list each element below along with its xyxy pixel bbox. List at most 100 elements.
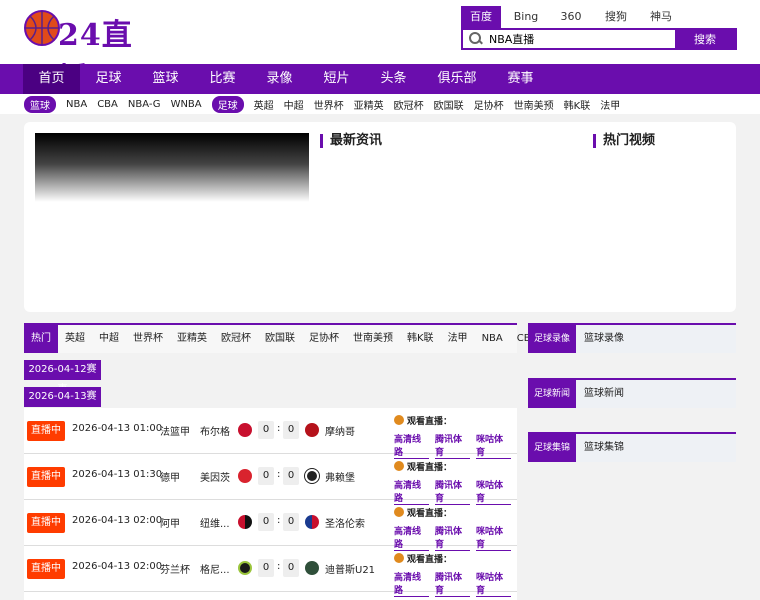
nav-football[interactable]: 足球 <box>80 64 137 94</box>
sub-nav-basketball-pill[interactable]: 篮球 <box>24 95 56 113</box>
sub-nav-item[interactable]: 世南美预 <box>514 97 554 112</box>
stream-link-tencent[interactable]: 腾讯体育 <box>435 570 470 597</box>
nav-home[interactable]: 首页 <box>23 64 80 94</box>
watch-label: 观看直播： <box>394 552 452 565</box>
main-nav: 首页 足球 篮球 比赛 录像 短片 头条 俱乐部 赛事 <box>0 64 760 94</box>
match-time: 2026-04-13 02:00 <box>72 561 163 572</box>
sub-nav-item[interactable]: 中超 <box>284 97 304 112</box>
schedule-tab[interactable]: 欧冠杯 <box>214 325 258 353</box>
stream-link-migu[interactable]: 咪咕体育 <box>476 570 511 597</box>
featured-video[interactable] <box>35 133 309 202</box>
nav-clubs[interactable]: 俱乐部 <box>422 64 492 94</box>
schedule-tab[interactable]: NBA <box>475 325 510 353</box>
side-tab-football-replays[interactable]: 足球录像 <box>528 325 576 353</box>
home-score: 0 <box>258 421 274 439</box>
side-tab-basketball-highlights[interactable]: 篮球集锦 <box>584 434 624 462</box>
sub-nav-item[interactable]: 足协杯 <box>474 97 504 112</box>
live-badge[interactable]: 直播中 <box>27 421 65 441</box>
live-badge[interactable]: 直播中 <box>27 513 65 533</box>
nav-replays[interactable]: 录像 <box>251 64 308 94</box>
site-logo[interactable]: 24直播网 <box>22 8 162 97</box>
away-score: 0 <box>283 513 299 531</box>
sub-nav-item[interactable]: 英超 <box>254 97 274 112</box>
search-tab-360[interactable]: 360 <box>551 6 591 28</box>
featured-block: 最新资讯 热门视频 <box>24 122 736 312</box>
watch-label-text: 观看直播： <box>407 509 453 519</box>
away-score: 0 <box>283 421 299 439</box>
sub-nav-football-pill[interactable]: 足球 <box>211 95 244 113</box>
sub-nav-item[interactable]: 法甲 <box>600 97 620 112</box>
date-label-0413[interactable]: 2026-04-13赛事 <box>24 387 101 422</box>
schedule-panel: 热门 英超 中超 世界杯 亚精英 欧冠杯 欧国联 足协杯 世南美预 韩K联 法甲… <box>24 323 537 600</box>
watch-links: 高清线路 腾讯体育 咪咕体育 <box>394 570 517 597</box>
sub-nav-item[interactable]: NBA <box>66 99 87 110</box>
match-row: 直播中 2026-04-13 02:00 阿甲 纽维... 0 : 0 圣洛伦索… <box>24 500 517 551</box>
live-badge[interactable]: 直播中 <box>27 559 65 579</box>
side-panel-news: 足球新闻 篮球新闻 <box>528 378 736 408</box>
nav-events[interactable]: 赛事 <box>492 64 549 94</box>
away-score: 0 <box>283 559 299 577</box>
header: 24直播网 百度 Bing 360 搜狗 神马 搜索 <box>0 0 760 97</box>
schedule-tab[interactable]: 中超 <box>92 325 126 353</box>
home-team: 美因茨 <box>200 473 230 484</box>
away-team-logo-icon <box>305 469 319 483</box>
sub-nav-item[interactable]: NBA-G <box>128 99 161 110</box>
away-team-logo-icon <box>305 515 319 529</box>
sub-nav-item[interactable]: 亚精英 <box>354 97 384 112</box>
search-button[interactable]: 搜索 <box>675 30 735 48</box>
schedule-tab[interactable]: 足协杯 <box>302 325 346 353</box>
nav-clips[interactable]: 短片 <box>308 64 365 94</box>
schedule-tabs: 热门 英超 中超 世界杯 亚精英 欧冠杯 欧国联 足协杯 世南美预 韩K联 法甲… <box>24 323 537 353</box>
search-tab-baidu[interactable]: 百度 <box>461 6 501 28</box>
away-team: 弗赖堡 <box>325 473 355 484</box>
side-tab-football-news[interactable]: 足球新闻 <box>528 380 576 408</box>
live-badge[interactable]: 直播中 <box>27 467 65 487</box>
home-team: 纽维... <box>200 519 230 530</box>
side-tab-basketball-replays[interactable]: 篮球录像 <box>584 325 624 353</box>
sub-nav-item[interactable]: 世界杯 <box>314 97 344 112</box>
schedule-tab[interactable]: 欧国联 <box>258 325 302 353</box>
away-score: 0 <box>283 467 299 485</box>
match-time: 2026-04-13 01:30 <box>72 469 163 480</box>
search-input[interactable] <box>489 32 659 46</box>
watch-label: 观看直播： <box>394 460 452 473</box>
away-team: 摩纳哥 <box>325 427 355 438</box>
match-league: 德甲 <box>160 473 180 484</box>
nav-basketball[interactable]: 篮球 <box>137 64 194 94</box>
match-list: 直播中 2026-04-13 01:00 法篮甲 布尔格 0 : 0 摩纳哥 观… <box>24 408 517 600</box>
schedule-tab[interactable]: 韩K联 <box>400 325 441 353</box>
nav-matches[interactable]: 比赛 <box>194 64 251 94</box>
away-team-logo-icon <box>305 561 319 575</box>
side-panel-highlights: 足球集锦 篮球集锦 <box>528 432 736 462</box>
schedule-tab[interactable]: 英超 <box>58 325 92 353</box>
away-team-logo-icon <box>305 423 319 437</box>
schedule-tab[interactable]: 世界杯 <box>126 325 170 353</box>
home-team-logo-icon <box>238 469 252 483</box>
date-label-0412[interactable]: 2026-04-12赛事 <box>24 360 101 395</box>
schedule-tab[interactable]: 世南美预 <box>346 325 400 353</box>
search-tab-bing[interactable]: Bing <box>506 6 546 28</box>
schedule-tab[interactable]: 法甲 <box>441 325 475 353</box>
schedule-tab-hot[interactable]: 热门 <box>24 325 58 353</box>
watch-label: 观看直播： <box>394 414 452 427</box>
side-tab-basketball-news[interactable]: 篮球新闻 <box>584 380 624 408</box>
search-engine-tabs: 百度 Bing 360 搜狗 神马 <box>461 6 686 28</box>
sub-nav-item[interactable]: 欧冠杯 <box>394 97 424 112</box>
match-time: 2026-04-13 02:00 <box>72 515 163 526</box>
sub-nav-item[interactable]: CBA <box>97 99 118 110</box>
news-section-title: 最新资讯 <box>320 134 382 148</box>
stream-link-hd[interactable]: 高清线路 <box>394 570 429 597</box>
match-row: 直播中 2026-04-13 01:30 德甲 美因茨 0 : 0 弗赖堡 观看… <box>24 454 517 505</box>
match-league: 芬兰杯 <box>160 565 190 576</box>
search-tab-sogou[interactable]: 搜狗 <box>596 6 636 28</box>
score-separator: : <box>277 423 281 434</box>
sub-nav-item[interactable]: 欧国联 <box>434 97 464 112</box>
schedule-tab[interactable]: 亚精英 <box>170 325 214 353</box>
nav-headlines[interactable]: 头条 <box>365 64 422 94</box>
search-tab-shenma[interactable]: 神马 <box>641 6 681 28</box>
sub-nav: 篮球 NBA CBA NBA-G WNBA 足球 英超 中超 世界杯 亚精英 欧… <box>0 94 760 114</box>
sub-nav-item[interactable]: WNBA <box>171 99 202 110</box>
watch-label-text: 观看直播： <box>407 417 453 427</box>
side-tab-football-highlights[interactable]: 足球集锦 <box>528 434 576 462</box>
sub-nav-item[interactable]: 韩K联 <box>564 97 591 112</box>
